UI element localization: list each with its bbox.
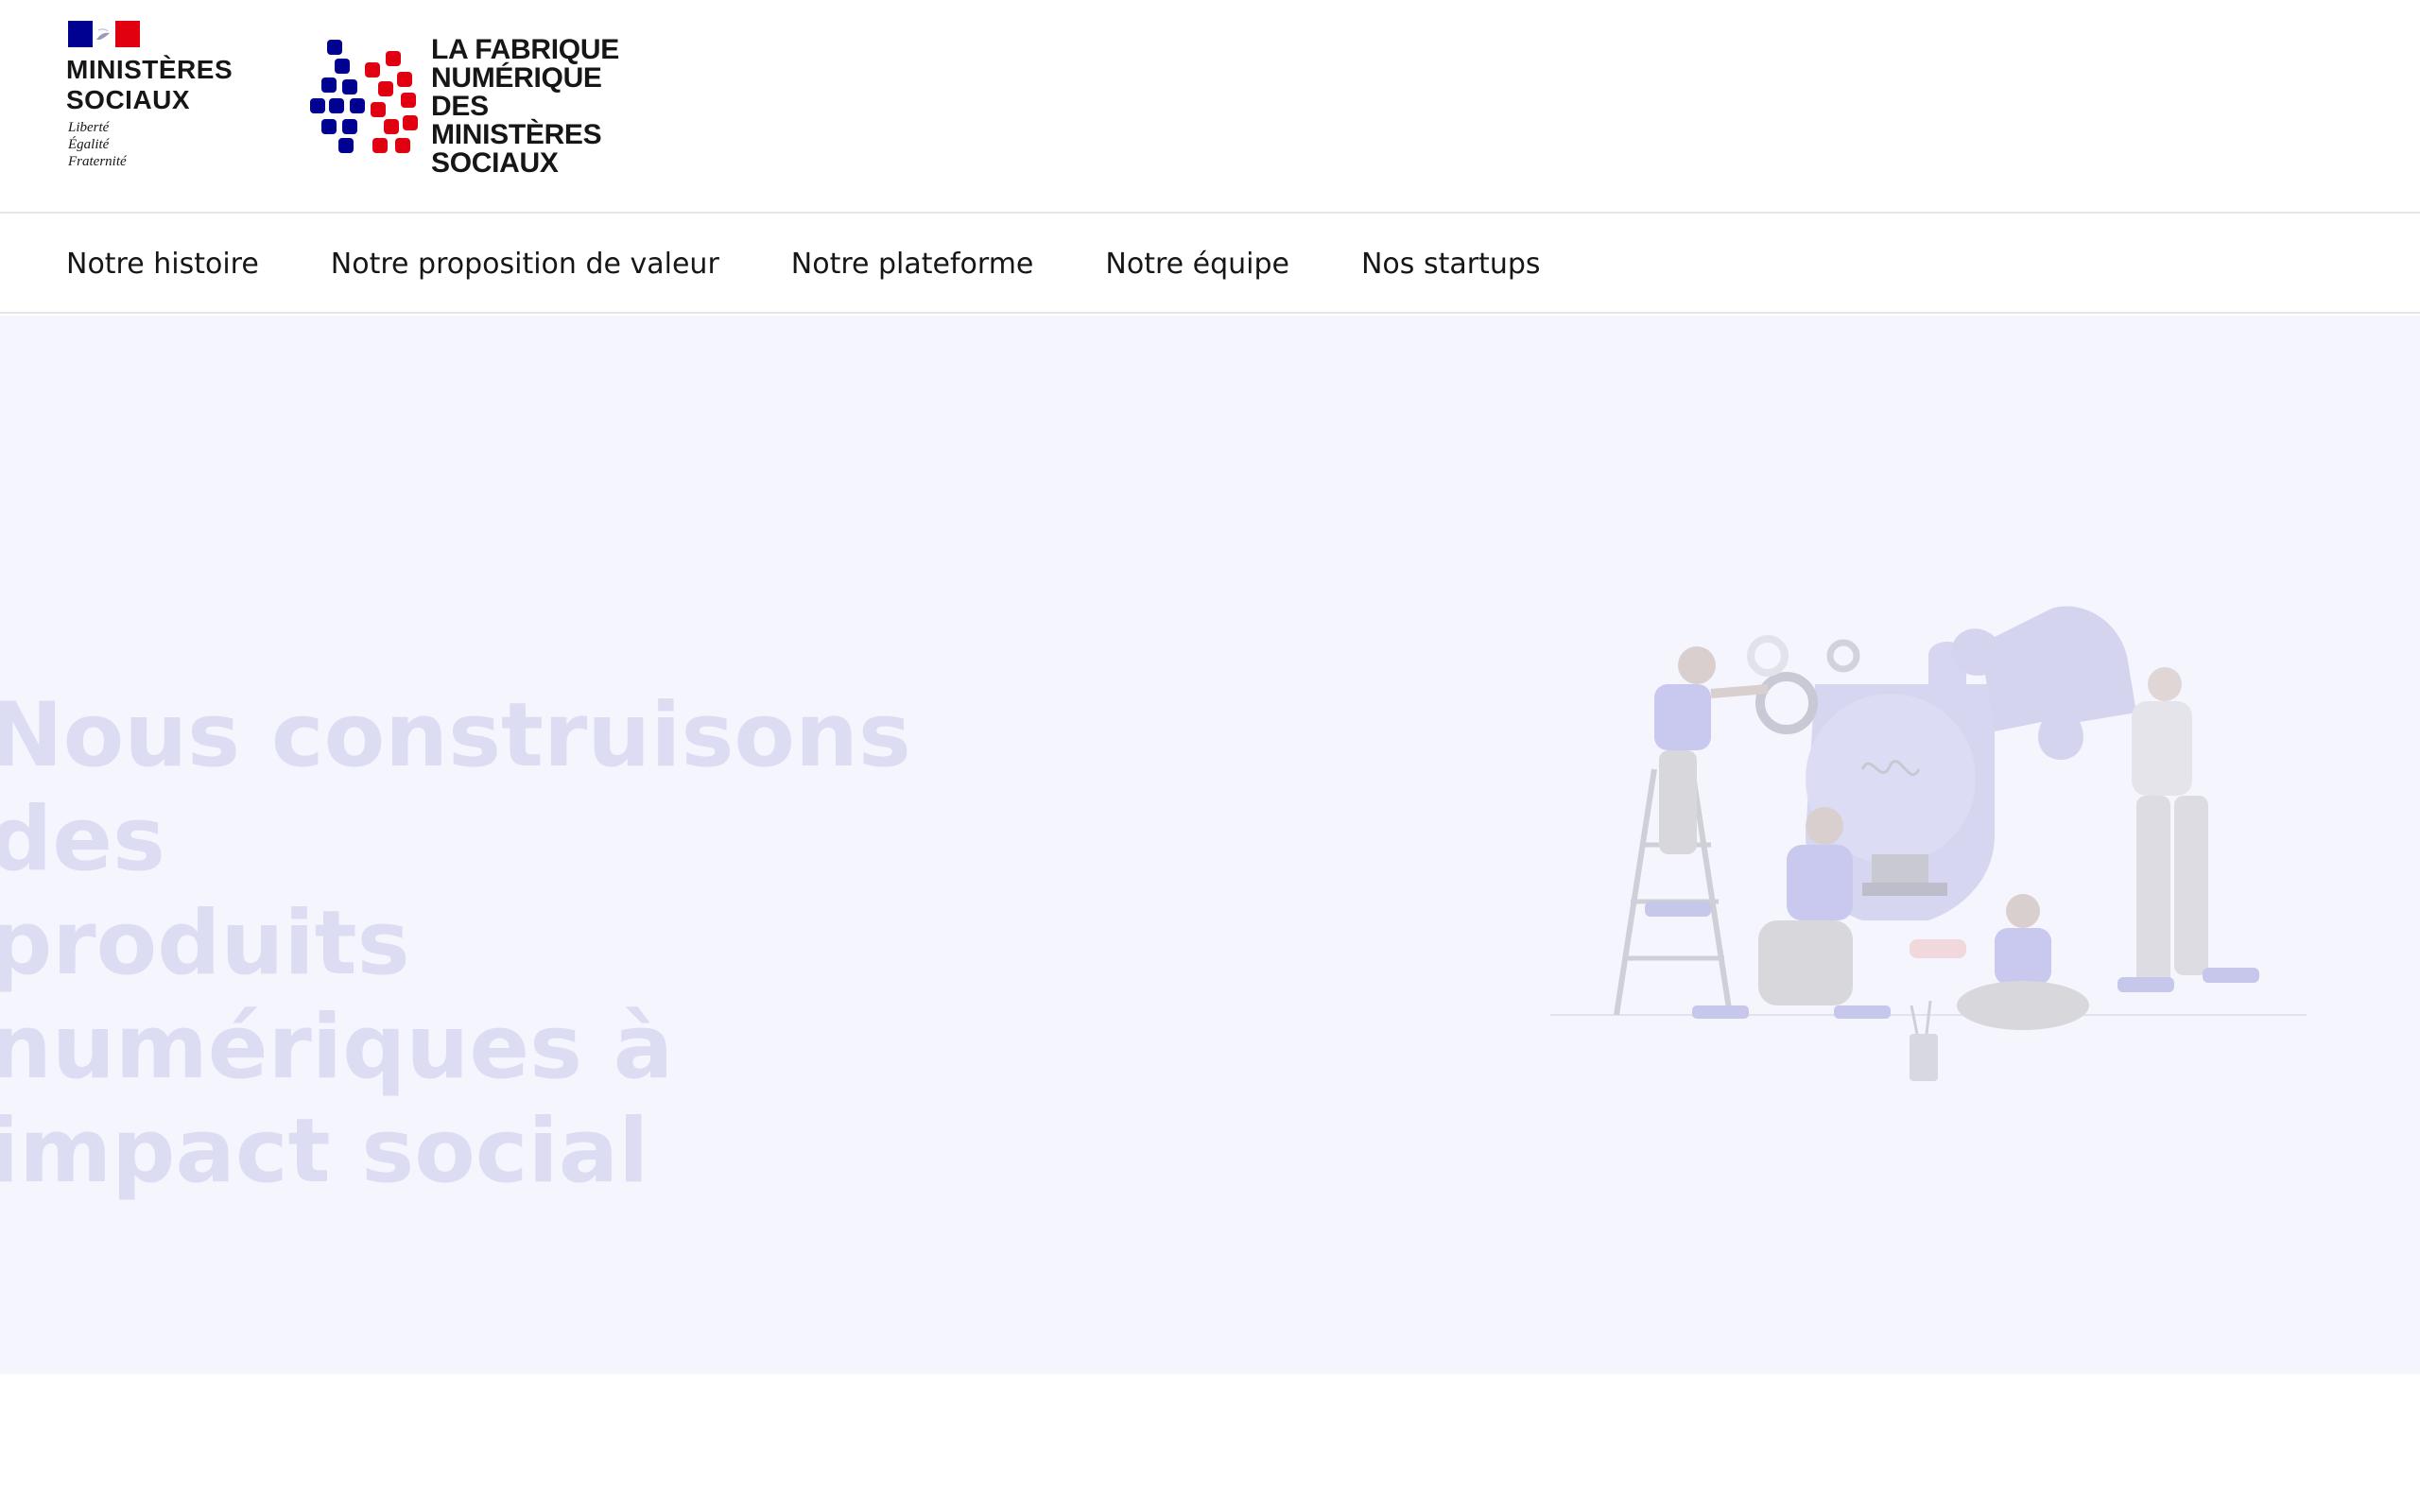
marianne-flag-icon [68, 21, 140, 47]
team-puzzle-illustration [1550, 606, 2307, 1081]
hero-section: Nous construisons des produits numérique… [0, 316, 2420, 1374]
nav-list: Notre histoire Notre proposition de vale… [66, 214, 1613, 314]
nav-item-notre-equipe[interactable]: Notre équipe [1105, 248, 1289, 281]
hero-title: Nous construisons des produits numérique… [0, 684, 911, 1203]
ministeres-sociaux-logo[interactable]: MINISTÈRES SOCIAUX Liberté Égalité Frate… [66, 19, 246, 178]
nav-item-nos-startups[interactable]: Nos startups [1361, 248, 1541, 281]
nav-item-notre-plateforme[interactable]: Notre plateforme [791, 248, 1034, 281]
nav-item-notre-histoire[interactable]: Notre histoire [66, 248, 259, 281]
fabrique-squares-icon [310, 40, 418, 153]
fabrique-logo-title: LA FABRIQUE NUMÉRIQUE DES MINISTÈRES SOC… [431, 34, 619, 179]
gov-logo-motto: Liberté Égalité Fraternité [68, 120, 127, 169]
fabrique-numerique-logo[interactable]: LA FABRIQUE NUMÉRIQUE DES MINISTÈRES SOC… [310, 36, 660, 178]
site-header: MINISTÈRES SOCIAUX Liberté Égalité Frate… [0, 0, 2420, 214]
nav-item-proposition-de-valeur[interactable]: Notre proposition de valeur [331, 248, 719, 281]
main-navigation: Notre histoire Notre proposition de vale… [0, 214, 2420, 314]
page-bottom-area [0, 1374, 2420, 1512]
gov-logo-title: MINISTÈRES SOCIAUX [66, 55, 233, 114]
